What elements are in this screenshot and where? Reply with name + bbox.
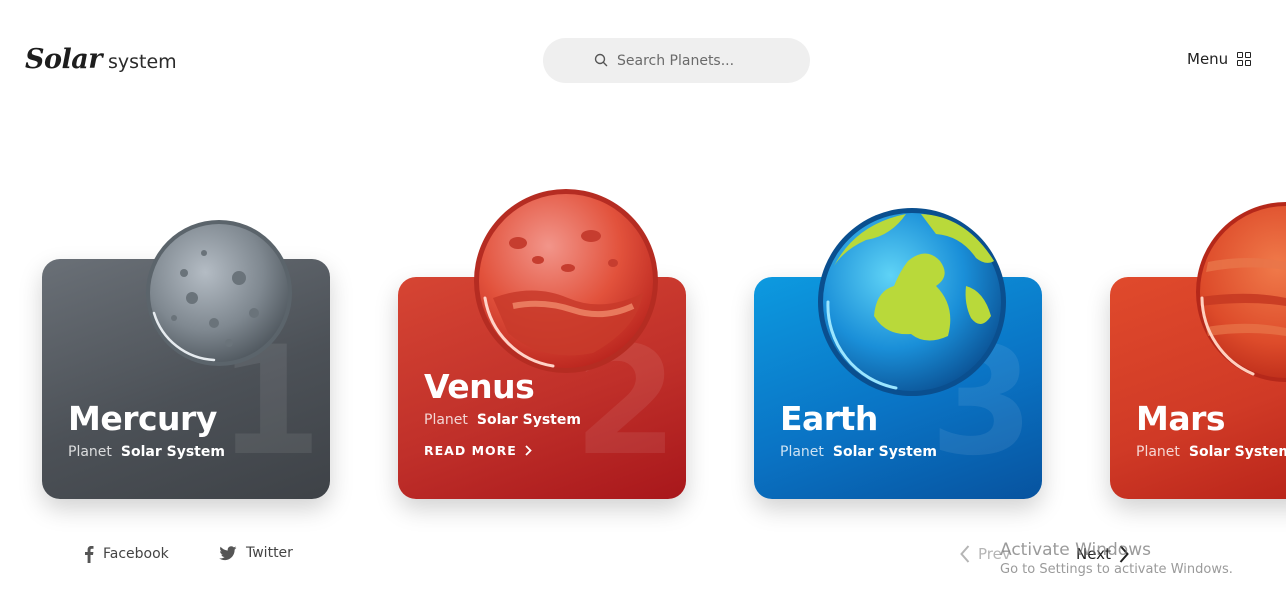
logo-sub: system <box>107 51 177 73</box>
planet-meta: Planet Solar System <box>424 412 581 428</box>
prev-label: Prev <box>978 545 1011 563</box>
planet-type: Planet <box>780 444 824 460</box>
planet-title: Mercury <box>68 399 217 438</box>
mars-planet-image <box>1196 202 1286 382</box>
read-more-label: READ MORE <box>424 443 517 458</box>
search-input[interactable] <box>617 52 807 69</box>
search-icon <box>594 53 608 67</box>
planet-meta: Planet Solar System <box>68 444 225 460</box>
chevron-right-icon <box>1119 545 1129 563</box>
menu-label: Menu <box>1187 50 1229 68</box>
planet-system: Solar System <box>832 444 937 460</box>
planet-card-earth[interactable]: 3 Earth Planet Solar System <box>754 208 1042 499</box>
grid-icon <box>1237 52 1252 66</box>
twitter-link[interactable]: Twitter <box>219 545 293 561</box>
planet-card-mars[interactable]: Mars Planet Solar System <box>1110 202 1286 499</box>
chevron-left-icon <box>960 545 970 563</box>
venus-planet-image <box>474 189 658 373</box>
planet-type: Planet <box>68 444 112 460</box>
planet-system: Solar System <box>120 444 225 460</box>
facebook-link[interactable]: Facebook <box>84 545 169 563</box>
earth-planet-image <box>818 208 1006 396</box>
next-button[interactable]: Next <box>1076 545 1129 563</box>
planet-meta: Planet Solar System <box>780 444 937 460</box>
logo-main: Solar <box>25 44 102 75</box>
planet-type: Planet <box>424 412 468 428</box>
planet-title: Earth <box>780 399 878 438</box>
next-label: Next <box>1076 545 1111 563</box>
prev-button[interactable]: Prev <box>960 545 1011 563</box>
chevron-right-icon <box>525 445 532 456</box>
planet-title: Mars <box>1136 399 1226 438</box>
planet-card-mercury[interactable]: 1 Mercury Planet Solar System <box>42 220 330 499</box>
planet-meta: Planet Solar System <box>1136 444 1286 460</box>
twitter-label: Twitter <box>246 545 293 561</box>
planet-card-venus[interactable]: 2 Venus Planet Solar System READ MORE <box>398 189 686 499</box>
planet-system: Solar System <box>1188 444 1286 460</box>
menu-button[interactable]: Menu <box>1187 50 1252 68</box>
twitter-icon <box>219 545 237 560</box>
facebook-label: Facebook <box>103 546 169 562</box>
facebook-icon <box>85 546 94 563</box>
activation-subtitle: Go to Settings to activate Windows. <box>1000 562 1233 577</box>
planet-type: Planet <box>1136 444 1180 460</box>
mercury-planet-image <box>146 220 292 366</box>
planet-title: Venus <box>424 367 535 406</box>
search-bar[interactable] <box>543 38 810 83</box>
logo[interactable]: Solar system <box>25 44 177 75</box>
planet-system: Solar System <box>476 412 581 428</box>
read-more-link[interactable]: READ MORE <box>424 443 532 458</box>
